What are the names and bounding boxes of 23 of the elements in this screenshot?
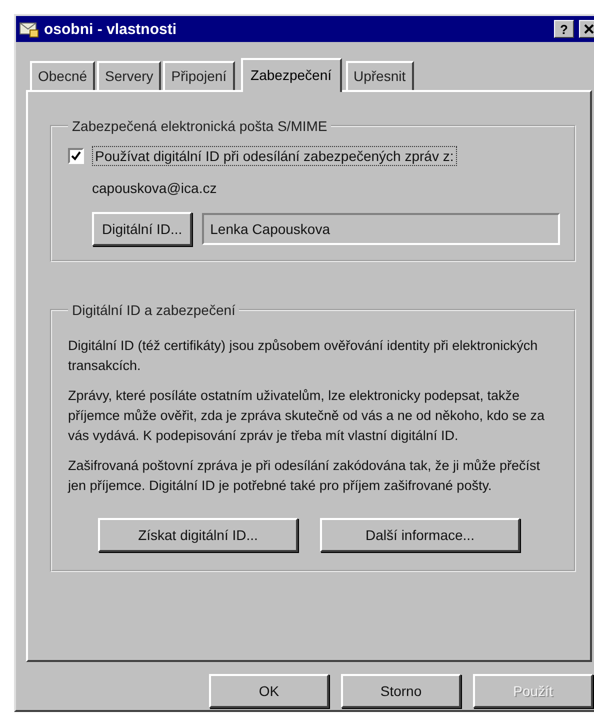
description-text: Zprávy, které posíláte ostatním uživatelům, lze elektronicky podepsat, takže příjemce může ověřit, zda je zpráva skutečně od vás a ne od někoho, kdo se za vás vydává. K podepisování zpráv je třeba mít vlastní digitální ID. — [68, 387, 546, 445]
dialog-button[interactable]: Storno — [341, 674, 461, 708]
envelope-icon — [19, 20, 39, 38]
tab[interactable]: Obecné — [30, 61, 96, 90]
window-title: osobni - vlastnosti — [44, 20, 178, 38]
certificate-field[interactable]: Lenka Capouskova — [202, 213, 560, 245]
help-button[interactable]: ? — [554, 20, 574, 38]
description-text: Zašifrovaná poštovní zpráva je při odesílání zakódována tak, že ji může přečíst jen příjemce. Digitální ID je potřebné také pro příjem zašifrované pošty. — [68, 457, 541, 495]
group-title: Zabezpečená elektronická pošta S/MIME — [71, 118, 328, 134]
tab[interactable]: Servery — [97, 61, 162, 90]
dialog-button[interactable]: Získat digitální ID... — [98, 518, 298, 552]
dialog-button[interactable]: OK — [209, 674, 329, 708]
email-address: capouskova@ica.cz — [92, 180, 218, 196]
tab[interactable]: Připojení — [163, 61, 235, 90]
tab[interactable]: Upřesnit — [346, 61, 414, 90]
checkbox[interactable] — [68, 148, 84, 164]
digital-id-button[interactable]: Digitální ID... — [92, 212, 192, 246]
tab[interactable]: Zabezpečení — [240, 58, 342, 92]
checkbox-label[interactable]: Používat digitální ID při odesílání zabezpečených zpráv z: — [92, 146, 457, 166]
group-title: Digitální ID a zabezpečení — [71, 302, 236, 318]
close-button[interactable] — [579, 20, 594, 38]
dialog-button[interactable]: Další informace... — [320, 518, 520, 552]
description-text: Digitální ID (též certifikáty) jsou způsobem ověřování identity při elektronických transakcích. — [68, 337, 539, 375]
